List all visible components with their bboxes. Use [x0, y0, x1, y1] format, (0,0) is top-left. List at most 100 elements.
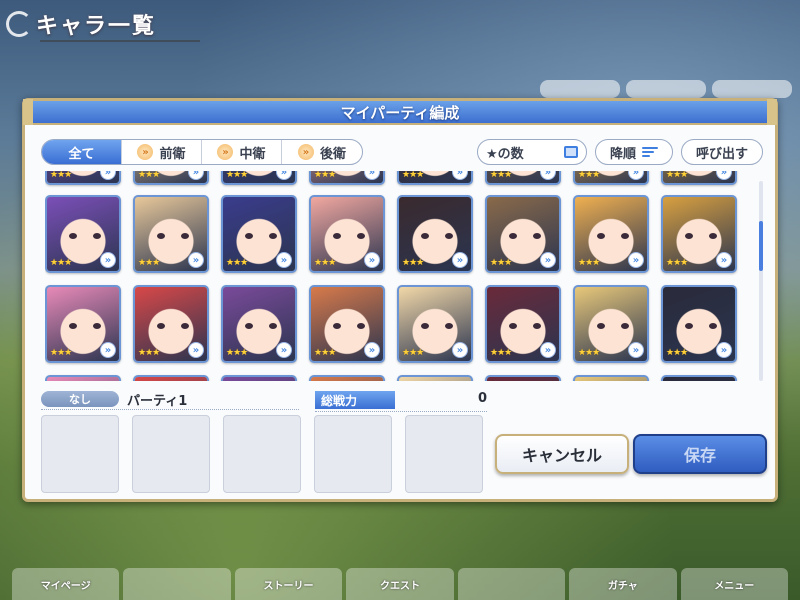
character-card[interactable]: ★★★»: [221, 195, 297, 273]
rank-arrow-icon: »: [452, 252, 468, 268]
party-slot[interactable]: [223, 415, 301, 493]
scrollbar-thumb[interactable]: [759, 221, 763, 271]
character-card[interactable]: ★★★»: [661, 171, 737, 185]
character-card[interactable]: ★★★»: [485, 195, 561, 273]
header-corner-left: [23, 99, 33, 125]
total-power-label: 総戦力: [315, 391, 395, 409]
character-card[interactable]: ★★★ »: [573, 285, 649, 363]
character-card[interactable]: ★★★»: [309, 171, 385, 185]
party-slot[interactable]: [41, 415, 119, 493]
character-eyes: [69, 323, 101, 329]
star-rating: ★★★: [50, 258, 72, 268]
character-card[interactable]: ★★★»: [221, 171, 297, 185]
star-rating: ★★★: [314, 258, 336, 268]
character-card[interactable]: ★★★»: [661, 285, 737, 363]
party-slot[interactable]: [405, 415, 483, 493]
character-card[interactable]: ★★★»: [573, 375, 649, 381]
character-eyes: [157, 323, 189, 329]
header-corner-right: [767, 99, 777, 125]
character-portrait: [223, 377, 295, 381]
star-rating: ★★★: [402, 258, 424, 268]
character-card[interactable]: ★★★»: [573, 171, 649, 185]
character-card[interactable]: ★★★ »: [309, 285, 385, 363]
scrollbar-track[interactable]: [759, 181, 763, 381]
nav-item[interactable]: クエスト: [346, 568, 454, 600]
star-rating: ★★★: [402, 171, 424, 180]
rank-arrow-icon: »: [188, 252, 204, 268]
star-rating: ★★★: [314, 171, 336, 180]
character-card[interactable]: ★★★»: [573, 195, 649, 273]
party-slot[interactable]: [314, 415, 392, 493]
character-card[interactable]: ★★★»: [309, 375, 385, 381]
character-card[interactable]: ★★★»: [133, 195, 209, 273]
tab-all[interactable]: 全て: [42, 140, 122, 164]
character-card[interactable]: ★★★»: [221, 375, 297, 381]
sort-order-label: 降順: [609, 146, 636, 162]
party-status-badge: なし: [41, 391, 119, 407]
character-eyes: [157, 233, 189, 239]
rank-arrow-icon: »: [628, 342, 644, 358]
character-card[interactable]: ★★★»: [45, 171, 121, 185]
character-card[interactable]: ★★★ »: [309, 195, 385, 273]
nav-item[interactable]: [457, 568, 566, 600]
tab-front[interactable]: » 前衛: [122, 140, 202, 164]
star-rating: ★★★: [666, 348, 688, 358]
character-card[interactable]: ★★★»: [45, 285, 121, 363]
rank-arrow-icon: »: [276, 342, 292, 358]
character-card[interactable]: ★★★ »: [485, 285, 561, 363]
bottom-nav: マイページ ストーリー クエスト ガチャ メニュー: [0, 562, 800, 600]
party-slot[interactable]: [132, 415, 210, 493]
star-rating: ★★★: [490, 348, 512, 358]
nav-item[interactable]: [123, 568, 231, 600]
page-title: キャラ一覧: [36, 14, 157, 39]
nav-item[interactable]: マイページ: [12, 568, 120, 600]
sort-order-button[interactable]: 降順: [595, 139, 673, 165]
character-portrait: [311, 377, 383, 381]
character-card[interactable]: ★★★ »: [45, 195, 121, 273]
cancel-button[interactable]: キャンセル: [495, 434, 629, 474]
save-button[interactable]: 保存: [633, 434, 767, 474]
rank-arrow-icon: »: [364, 252, 380, 268]
character-card[interactable]: ★★★»: [397, 375, 473, 381]
nav-item[interactable]: メニュー: [680, 568, 788, 600]
character-eyes: [69, 233, 101, 239]
star-rating: ★★★: [314, 348, 336, 358]
swirl-icon: [6, 11, 32, 37]
tab-front-label: 前衛: [159, 146, 186, 162]
character-portrait: [399, 377, 471, 381]
character-card[interactable]: ★★★»: [397, 285, 473, 363]
character-card[interactable]: ★★★»: [661, 195, 737, 273]
call-button[interactable]: 呼び出す: [681, 139, 763, 165]
character-eyes: [597, 323, 629, 329]
character-card[interactable]: ★★★ »: [397, 195, 473, 273]
character-card[interactable]: ★★★»: [661, 375, 737, 381]
rank-arrow-icon: »: [364, 342, 380, 358]
tab-back-label: 後衛: [319, 146, 346, 162]
star-count-button[interactable]: ★の数: [477, 139, 587, 165]
character-card[interactable]: ★★★»: [397, 171, 473, 185]
character-eyes: [245, 323, 277, 329]
star-rating: ★★★: [50, 348, 72, 358]
call-label: 呼び出す: [695, 146, 748, 162]
character-card[interactable]: ★★★»: [133, 375, 209, 381]
character-card[interactable]: ★★★»: [221, 285, 297, 363]
character-card[interactable]: ★★★»: [133, 285, 209, 363]
rank-arrow-icon: »: [276, 252, 292, 268]
rank-arrow-icon: »: [452, 342, 468, 358]
chevron-icon: »: [297, 144, 314, 160]
tab-middle[interactable]: » 中衛: [202, 140, 282, 164]
character-card[interactable]: ★★★»: [133, 171, 209, 185]
party-name[interactable]: パーティ1: [127, 390, 187, 409]
star-rating: ★★★: [578, 348, 600, 358]
character-card[interactable]: ★★★»: [485, 375, 561, 381]
character-card[interactable]: ★★★»: [485, 171, 561, 185]
top-tabs: [540, 80, 792, 98]
character-card[interactable]: ★★★»: [45, 375, 121, 381]
nav-item[interactable]: ガチャ: [569, 568, 677, 600]
nav-item[interactable]: ストーリー: [234, 568, 343, 600]
star-rating: ★★★: [666, 171, 688, 180]
character-eyes: [509, 323, 541, 329]
rank-arrow-icon: »: [540, 342, 556, 358]
tab-back[interactable]: » 後衛: [282, 140, 362, 164]
rank-arrow-icon: »: [100, 252, 116, 268]
